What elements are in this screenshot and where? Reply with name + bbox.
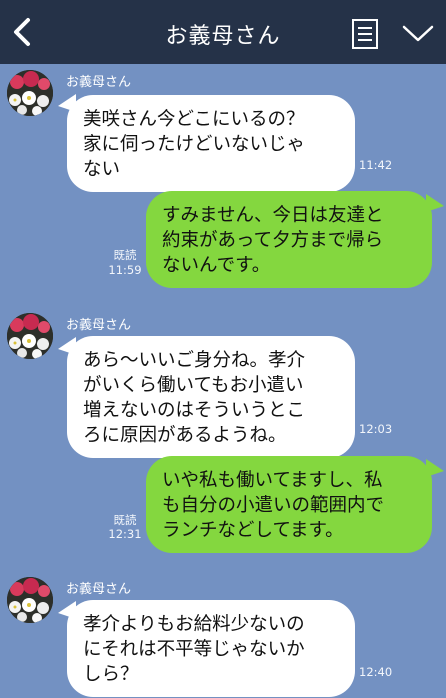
message-time: 12:31 (108, 527, 142, 541)
flower-avatar-icon (7, 70, 53, 116)
read-receipt: 既読 (113, 248, 137, 262)
message-bubble-incoming[interactable]: 美咲さん今どこにいるの？ 家に伺ったけどいないじゃ ない (67, 95, 355, 192)
bubble-tail (426, 459, 444, 477)
message-bubble-outgoing[interactable]: いや私も働いてますし、私 も自分の小遣いの範囲内で ランチなどしてます。 (146, 456, 432, 553)
message-bubble-incoming[interactable]: あら〜いいご身分ね。孝介 がいくら働いてもお小遣い 増えないのはそういうとこ ろ… (67, 336, 355, 458)
chat-header: お義母さん (0, 0, 446, 64)
avatar[interactable] (7, 313, 53, 359)
flower-avatar-icon (7, 313, 53, 359)
message-time: 11:59 (108, 263, 142, 277)
flower-avatar-icon (7, 577, 53, 623)
bubble-tail (426, 194, 444, 212)
message-time: 12:40 (359, 665, 393, 679)
message-bubble-incoming[interactable]: 孝介よりもお給料少ないの にそれは不平等じゃないか しら？ (67, 600, 355, 697)
message-bubble-outgoing[interactable]: すみません、今日は友達と 約束があって夕方まで帰ら ないんです。 (146, 191, 432, 288)
message-time: 12:03 (359, 422, 393, 436)
list-icon (352, 19, 378, 49)
menu-button[interactable] (350, 18, 380, 50)
sender-name: お義母さん (66, 75, 132, 90)
chevron-down-icon (402, 25, 434, 42)
sender-name: お義母さん (66, 582, 132, 597)
read-receipt: 既読 (113, 513, 137, 527)
message-list[interactable]: お義母さん 美咲さん今どこにいるの？ 家に伺ったけどいないじゃ ない 11:42… (0, 64, 446, 698)
message-time: 11:42 (359, 158, 393, 172)
collapse-button[interactable] (400, 20, 436, 46)
sender-name: お義母さん (66, 318, 132, 333)
avatar[interactable] (7, 577, 53, 623)
avatar[interactable] (7, 70, 53, 116)
